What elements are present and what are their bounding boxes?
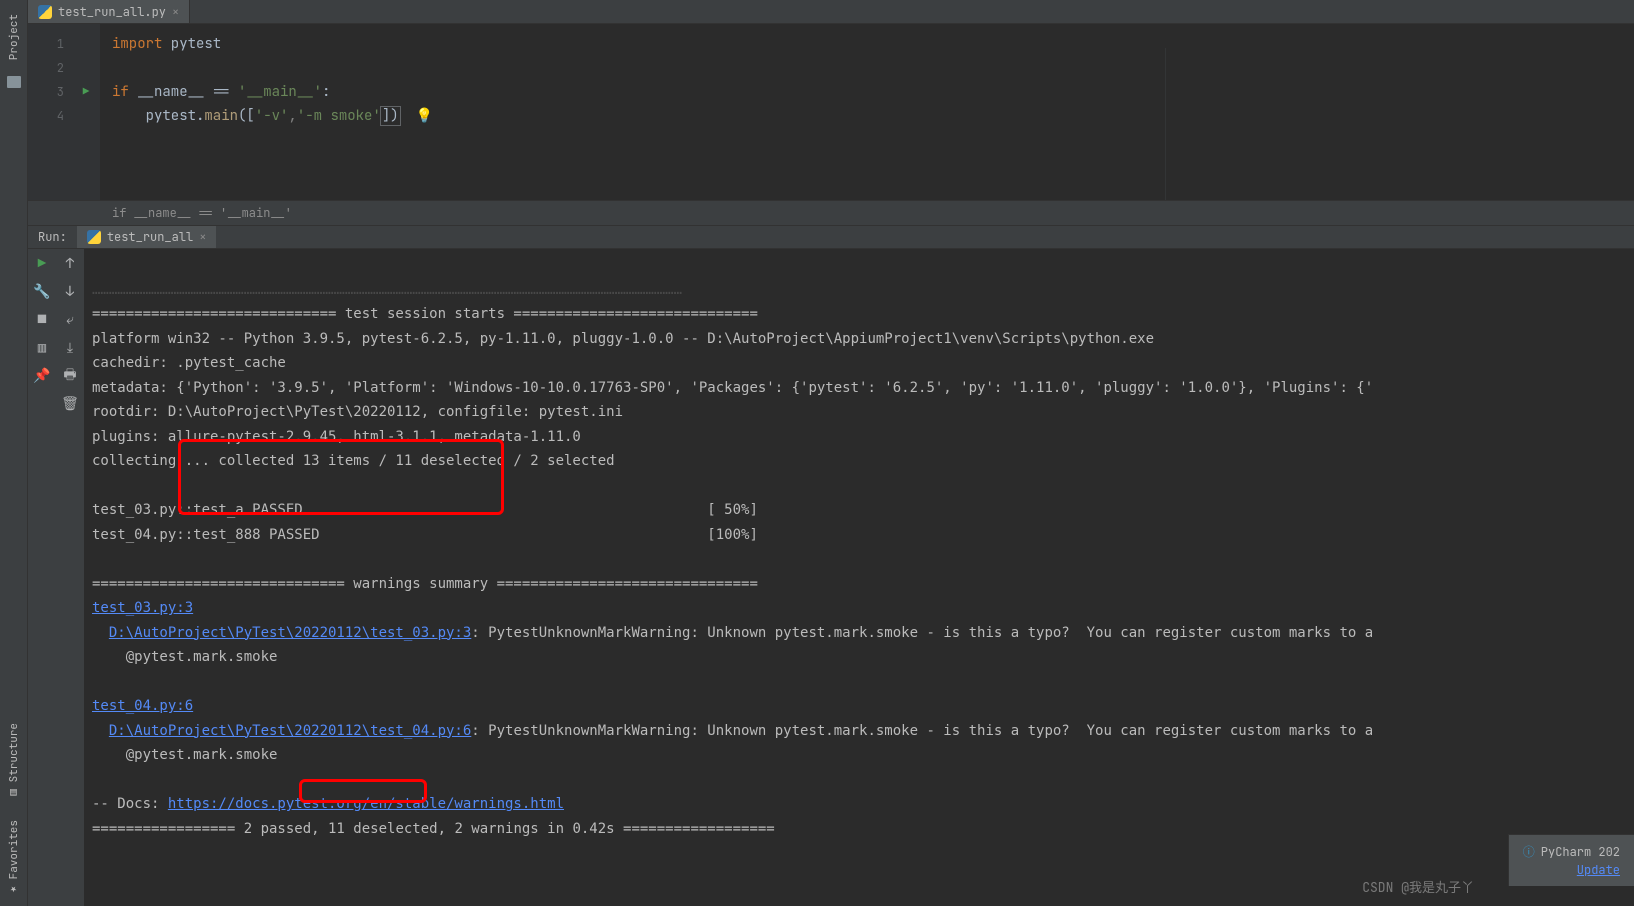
layout-button[interactable]: ▥ (33, 339, 51, 357)
line-number-gutter: 1 2 3 4 (28, 24, 72, 200)
update-link[interactable]: Update (1523, 862, 1620, 878)
file-link[interactable]: test_04.py:6 (92, 698, 193, 714)
up-icon[interactable]: ↑ (61, 255, 79, 273)
close-icon[interactable]: × (199, 229, 206, 245)
console-line: metadata: {'Python': '3.9.5', 'Platform'… (92, 380, 1373, 396)
console-line: ============================== warnings … (92, 576, 758, 592)
right-margin-line (1165, 48, 1166, 200)
folder-icon (7, 76, 21, 88)
structure-tool-tab[interactable]: ▤Structure (5, 713, 23, 809)
print-icon[interactable]: 🖶 (61, 367, 79, 385)
editor-tab[interactable]: test_run_all.py × (28, 0, 190, 23)
console-line: platform win32 -- Python 3.9.5, pytest-6… (92, 331, 1154, 347)
stop-button[interactable]: ■ (33, 311, 51, 329)
run-gutter-icon[interactable]: ▶ (72, 80, 100, 104)
code-editor[interactable]: 1 2 3 4 ▶ import pytest if __name__ == '… (28, 24, 1634, 200)
pin-button[interactable]: 📌 (33, 367, 51, 385)
code-content[interactable]: import pytest if __name__ == '__main__':… (100, 24, 1634, 200)
run-tool-header: Run: test_run_all × (28, 225, 1634, 249)
info-icon: ⓘ (1523, 844, 1535, 860)
editor-tab-label: test_run_all.py (58, 4, 166, 20)
breadcrumb[interactable]: if __name__ == '__main__' (28, 200, 1634, 225)
run-tab[interactable]: test_run_all × (77, 226, 217, 248)
close-icon[interactable]: × (172, 4, 179, 20)
favorites-tool-tab[interactable]: ★Favorites (5, 810, 23, 906)
console-line: …………………………………………………………………………………………………………… (92, 282, 682, 298)
delete-icon[interactable]: 🗑 (61, 395, 79, 413)
docs-link[interactable]: https://docs.pytest.org/en/stable/warnin… (168, 796, 564, 812)
console-line: collecting ... collected 13 items / 11 d… (92, 453, 615, 469)
python-file-icon (38, 5, 52, 19)
editor-tab-bar: test_run_all.py × (28, 0, 1634, 24)
console-line: test_03.py::test_a PASSED [ 50%] (92, 502, 758, 518)
console-line: cachedir: .pytest_cache (92, 355, 286, 371)
console-line: @pytest.mark.smoke (92, 649, 277, 665)
file-link[interactable]: D:\AutoProject\PyTest\20220112\test_03.p… (109, 625, 471, 641)
console-output[interactable]: …………………………………………………………………………………………………………… (84, 249, 1634, 906)
python-file-icon (87, 230, 101, 244)
console-line: ================= 2 passed, 11 deselecte… (92, 821, 775, 837)
soft-wrap-icon[interactable]: ⤶ (61, 311, 79, 329)
scroll-end-icon[interactable]: ⤓ (61, 339, 79, 357)
update-notification[interactable]: ⓘPyCharm 202 Update (1508, 834, 1634, 886)
run-actions-secondary: ↑ ↓ ⤶ ⤓ 🖶 🗑 (56, 249, 84, 906)
down-icon[interactable]: ↓ (61, 283, 79, 301)
file-link[interactable]: test_03.py:3 (92, 600, 193, 616)
console-line: ============================= test sessi… (92, 306, 758, 322)
file-link[interactable]: D:\AutoProject\PyTest\20220112\test_04.p… (109, 723, 471, 739)
console-line: rootdir: D:\AutoProject\PyTest\20220112,… (92, 404, 623, 420)
run-actions-primary: ▶ 🔧 ■ ▥ 📌 (28, 249, 56, 906)
project-tool-tab[interactable]: Project (5, 4, 23, 70)
console-line: test_04.py::test_888 PASSED [100%] (92, 527, 758, 543)
gutter-icons: ▶ (72, 24, 100, 200)
intention-bulb-icon[interactable]: 💡 (416, 107, 433, 125)
console-line: @pytest.mark.smoke (92, 747, 277, 763)
run-label: Run: (28, 229, 77, 245)
rerun-button[interactable]: ▶ (33, 255, 51, 273)
console-line: plugins: allure-pytest-2.9.45, html-3.1.… (92, 429, 581, 445)
edit-config-button[interactable]: 🔧 (33, 283, 51, 301)
watermark: CSDN @我是丸子丫 (1362, 877, 1474, 896)
console-line: -- Docs: https://docs.pytest.org/en/stab… (92, 796, 564, 812)
left-tool-sidebar: Project ▤Structure ★Favorites (0, 0, 28, 906)
